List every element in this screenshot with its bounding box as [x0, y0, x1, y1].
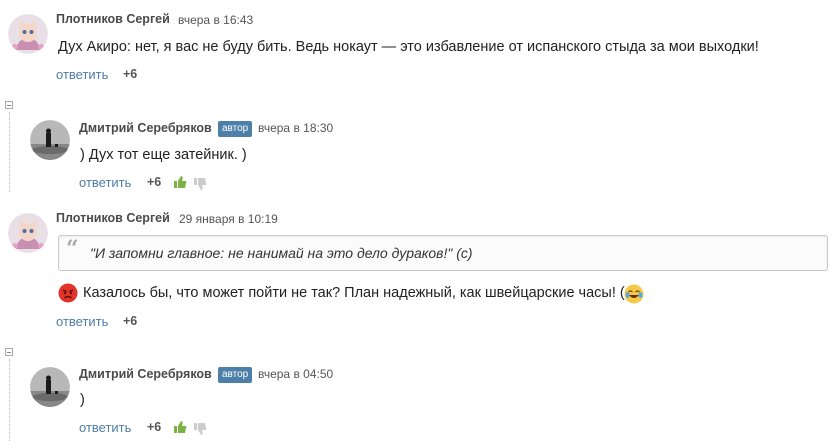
thumbs-up-icon[interactable]	[173, 175, 187, 189]
comment-date[interactable]: вчера в 04:50	[258, 367, 333, 381]
thumbs-up-icon[interactable]	[173, 420, 187, 434]
comment-author[interactable]: Дмитрий Серебряков	[79, 367, 212, 381]
avatar[interactable]	[30, 367, 70, 407]
comment-date[interactable]: 29 января в 10:19	[179, 212, 278, 226]
comment-text: Казалось бы, что может пойти не так? Пла…	[83, 285, 637, 301]
reply-link[interactable]: ответить	[56, 67, 108, 82]
author-badge: автор	[218, 367, 253, 383]
thumbs-down-icon[interactable]	[193, 422, 207, 436]
quote-icon: “	[66, 236, 79, 262]
reply-link[interactable]: ответить	[79, 420, 131, 435]
comment-date[interactable]: вчера в 16:43	[178, 13, 253, 27]
comment-author[interactable]: Плотников Сергей	[56, 211, 170, 225]
comment-score: +6	[147, 175, 162, 189]
comment-author[interactable]: Плотников Сергей	[56, 12, 170, 26]
comment: Плотников Сергей вчера в 16:43 Дух Акиро…	[0, 0, 834, 90]
angry-face-icon	[58, 283, 78, 303]
comment-text: Дух Акиро: нет, я вас не буду бить. Ведь…	[58, 39, 759, 55]
laughing-tears-icon	[624, 284, 644, 304]
comment-score: +6	[123, 67, 138, 81]
comment-text: ) Дух тот еще затейник. )	[80, 147, 247, 163]
author-badge: автор	[218, 121, 253, 137]
comment: Плотников Сергей 29 января в 10:19 “ "И …	[0, 200, 834, 340]
avatar[interactable]	[8, 14, 48, 54]
comment-author[interactable]: Дмитрий Серебряков	[79, 121, 212, 135]
quote-text: "И запомни главное: не нанимай на это де…	[90, 245, 473, 261]
thumbs-down-icon[interactable]	[193, 177, 207, 191]
comment-score: +6	[123, 314, 138, 328]
comment: Дмитрий Серебряков автор вчера в 18:30 )…	[0, 100, 834, 200]
avatar[interactable]	[30, 120, 70, 160]
comment-date[interactable]: вчера в 18:30	[258, 121, 333, 135]
comment-text: )	[80, 392, 85, 408]
reply-link[interactable]: ответить	[56, 314, 108, 329]
reply-link[interactable]: ответить	[79, 175, 131, 190]
comment-score: +6	[147, 420, 162, 434]
comment: Дмитрий Серебряков автор вчера в 04:50 )…	[0, 347, 834, 441]
avatar[interactable]	[8, 213, 48, 253]
